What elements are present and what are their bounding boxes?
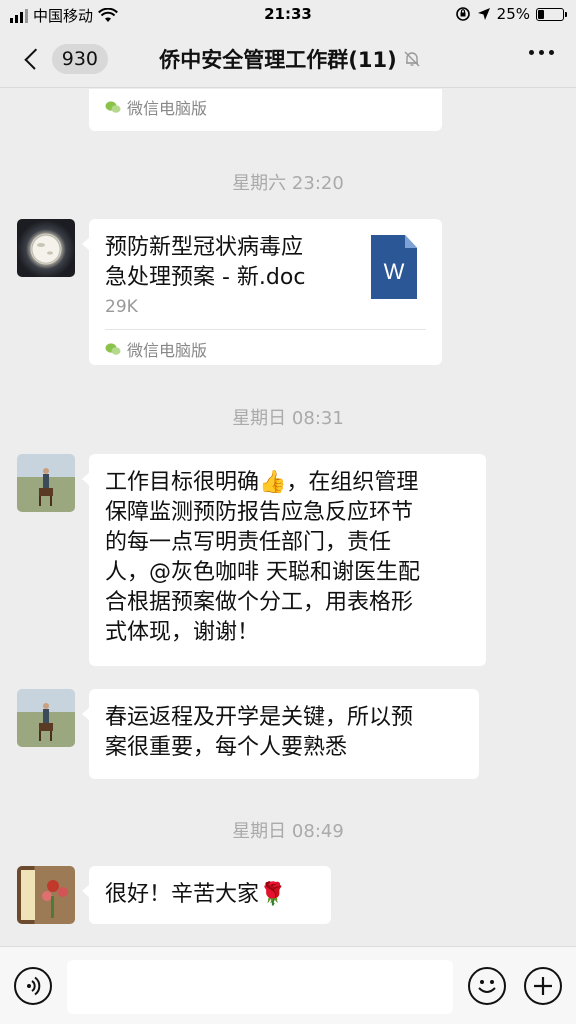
avatar[interactable]	[17, 454, 75, 512]
message-line: 很好！辛苦大家🌹	[105, 882, 287, 907]
moon-image-icon	[30, 233, 62, 265]
more-button[interactable]	[529, 50, 554, 55]
file-name-line: 预防新型冠状病毒应	[105, 235, 304, 260]
file-size: 29K	[105, 297, 138, 317]
timestamp: 星期六 23:20	[232, 173, 344, 194]
file-message-partial[interactable]: 微信电脑版	[89, 89, 442, 131]
battery-icon	[536, 7, 567, 21]
message-line: 的每一点写明责任部门，责任	[105, 530, 392, 555]
avatar[interactable]	[17, 689, 75, 747]
source-line: 微信电脑版	[105, 337, 207, 361]
chat-title-text: 侨中安全管理工作群(11)	[159, 48, 397, 72]
file-name-line: 急处理预案 - 新.doc	[105, 265, 306, 290]
nav-bar: 930 侨中安全管理工作群(11)	[0, 30, 576, 88]
word-doc-icon: W	[371, 235, 417, 299]
unread-count-badge: 930	[51, 44, 108, 74]
battery-percent: 25%	[496, 5, 530, 23]
chat-area[interactable]: 微信电脑版 星期六 23:20 预防新型冠状病毒应 急处理预案 - 新.doc …	[0, 89, 576, 946]
word-doc-label: W	[383, 259, 405, 284]
text-message[interactable]: 很好！辛苦大家🌹	[82, 866, 331, 924]
plus-button[interactable]	[524, 967, 562, 1005]
source-line: 微信电脑版	[105, 95, 207, 119]
back-button[interactable]: 930	[18, 42, 108, 76]
text-message[interactable]: 春运返程及开学是关键，所以预 案很重要，每个人要熟悉	[82, 689, 479, 779]
message-line: 工作目标很明确👍，在组织管理	[105, 470, 419, 495]
text-message[interactable]: 工作目标很明确👍，在组织管理 保障监测预防报告应急反应环节 的每一点写明责任部门…	[82, 454, 486, 666]
source-label: 微信电脑版	[127, 99, 208, 118]
status-right: 25%	[455, 5, 567, 23]
file-name: 预防新型冠状病毒应 急处理预案 - 新.doc	[105, 233, 340, 293]
rotation-lock-icon	[455, 7, 470, 21]
message-line: 式体现，谢谢！	[105, 620, 260, 645]
message-line: 春运返程及开学是关键，所以预	[105, 705, 414, 730]
message-line: 案很重要，每个人要熟悉	[105, 735, 348, 760]
voice-button[interactable]	[14, 967, 52, 1005]
bell-off-icon	[404, 51, 420, 67]
chevron-left-icon	[24, 48, 46, 70]
chat-title: 侨中安全管理工作群(11)	[150, 44, 430, 74]
wechat-icon	[105, 343, 121, 355]
message-input[interactable]	[67, 960, 453, 1014]
status-bar: 中国移动 21:33 25%	[0, 0, 576, 30]
plus-icon	[534, 977, 552, 995]
message-line: 保障监测预防报告应急反应环节	[105, 500, 414, 525]
emoji-button[interactable]	[468, 967, 506, 1005]
timestamp: 星期日 08:49	[232, 821, 344, 842]
message-line: 合根据预案做个分工，用表格形	[105, 590, 414, 615]
wechat-icon	[105, 101, 121, 113]
horse-rider-image-icon	[39, 468, 53, 506]
horse-rider-image-icon	[39, 703, 53, 741]
location-icon	[477, 8, 490, 20]
emoji-icon	[478, 980, 496, 993]
flowers-image-icon	[21, 870, 68, 920]
message-line: 人，@灰色咖啡 天聪和谢医生配	[105, 560, 420, 585]
file-message[interactable]: 预防新型冠状病毒应 急处理预案 - 新.doc 29K W 微信电脑版	[82, 219, 442, 365]
avatar[interactable]	[17, 866, 75, 924]
avatar[interactable]	[17, 219, 75, 277]
source-label: 微信电脑版	[127, 341, 208, 360]
timestamp: 星期日 08:31	[232, 408, 344, 429]
input-bar	[0, 946, 576, 1024]
voice-icon	[27, 976, 41, 996]
